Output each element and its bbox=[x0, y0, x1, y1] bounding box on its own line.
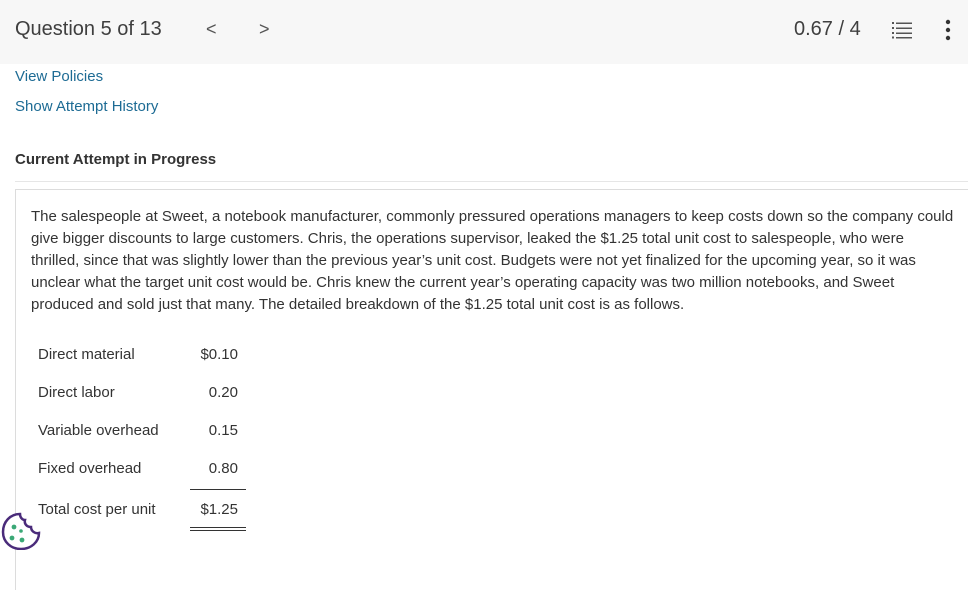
view-policies-link[interactable]: View Policies bbox=[15, 68, 103, 85]
cost-label: Fixed overhead bbox=[38, 460, 142, 477]
cookie-icon[interactable] bbox=[0, 510, 44, 550]
total-value: $1.25 bbox=[200, 501, 238, 518]
list-icon[interactable] bbox=[892, 21, 912, 39]
double-underline-rule bbox=[190, 530, 246, 531]
show-attempt-history-link[interactable]: Show Attempt History bbox=[15, 98, 158, 115]
subtotal-rule bbox=[190, 489, 246, 490]
next-question-button[interactable]: > bbox=[259, 18, 270, 40]
section-divider bbox=[15, 181, 968, 182]
cost-value: 0.15 bbox=[208, 422, 238, 439]
total-label: Total cost per unit bbox=[38, 501, 156, 518]
attempt-status-heading: Current Attempt in Progress bbox=[15, 151, 217, 168]
question-header-bar: Question 5 of 13 < > 0.67 / 4 bbox=[0, 0, 968, 64]
cost-value: 0.80 bbox=[208, 460, 238, 477]
cost-label: Direct labor bbox=[38, 384, 115, 401]
cost-label: Variable overhead bbox=[38, 422, 159, 439]
more-vertical-icon[interactable] bbox=[944, 19, 952, 41]
question-score: 0.67 / 4 bbox=[794, 18, 861, 40]
double-underline-rule bbox=[190, 527, 246, 528]
previous-question-button[interactable]: < bbox=[206, 18, 217, 40]
question-counter: Question 5 of 13 bbox=[15, 18, 162, 40]
cost-value: 0.20 bbox=[208, 384, 238, 401]
cost-value: $0.10 bbox=[200, 346, 238, 363]
question-text: The salespeople at Sweet, a notebook man… bbox=[31, 208, 954, 313]
cost-label: Direct material bbox=[38, 346, 135, 363]
